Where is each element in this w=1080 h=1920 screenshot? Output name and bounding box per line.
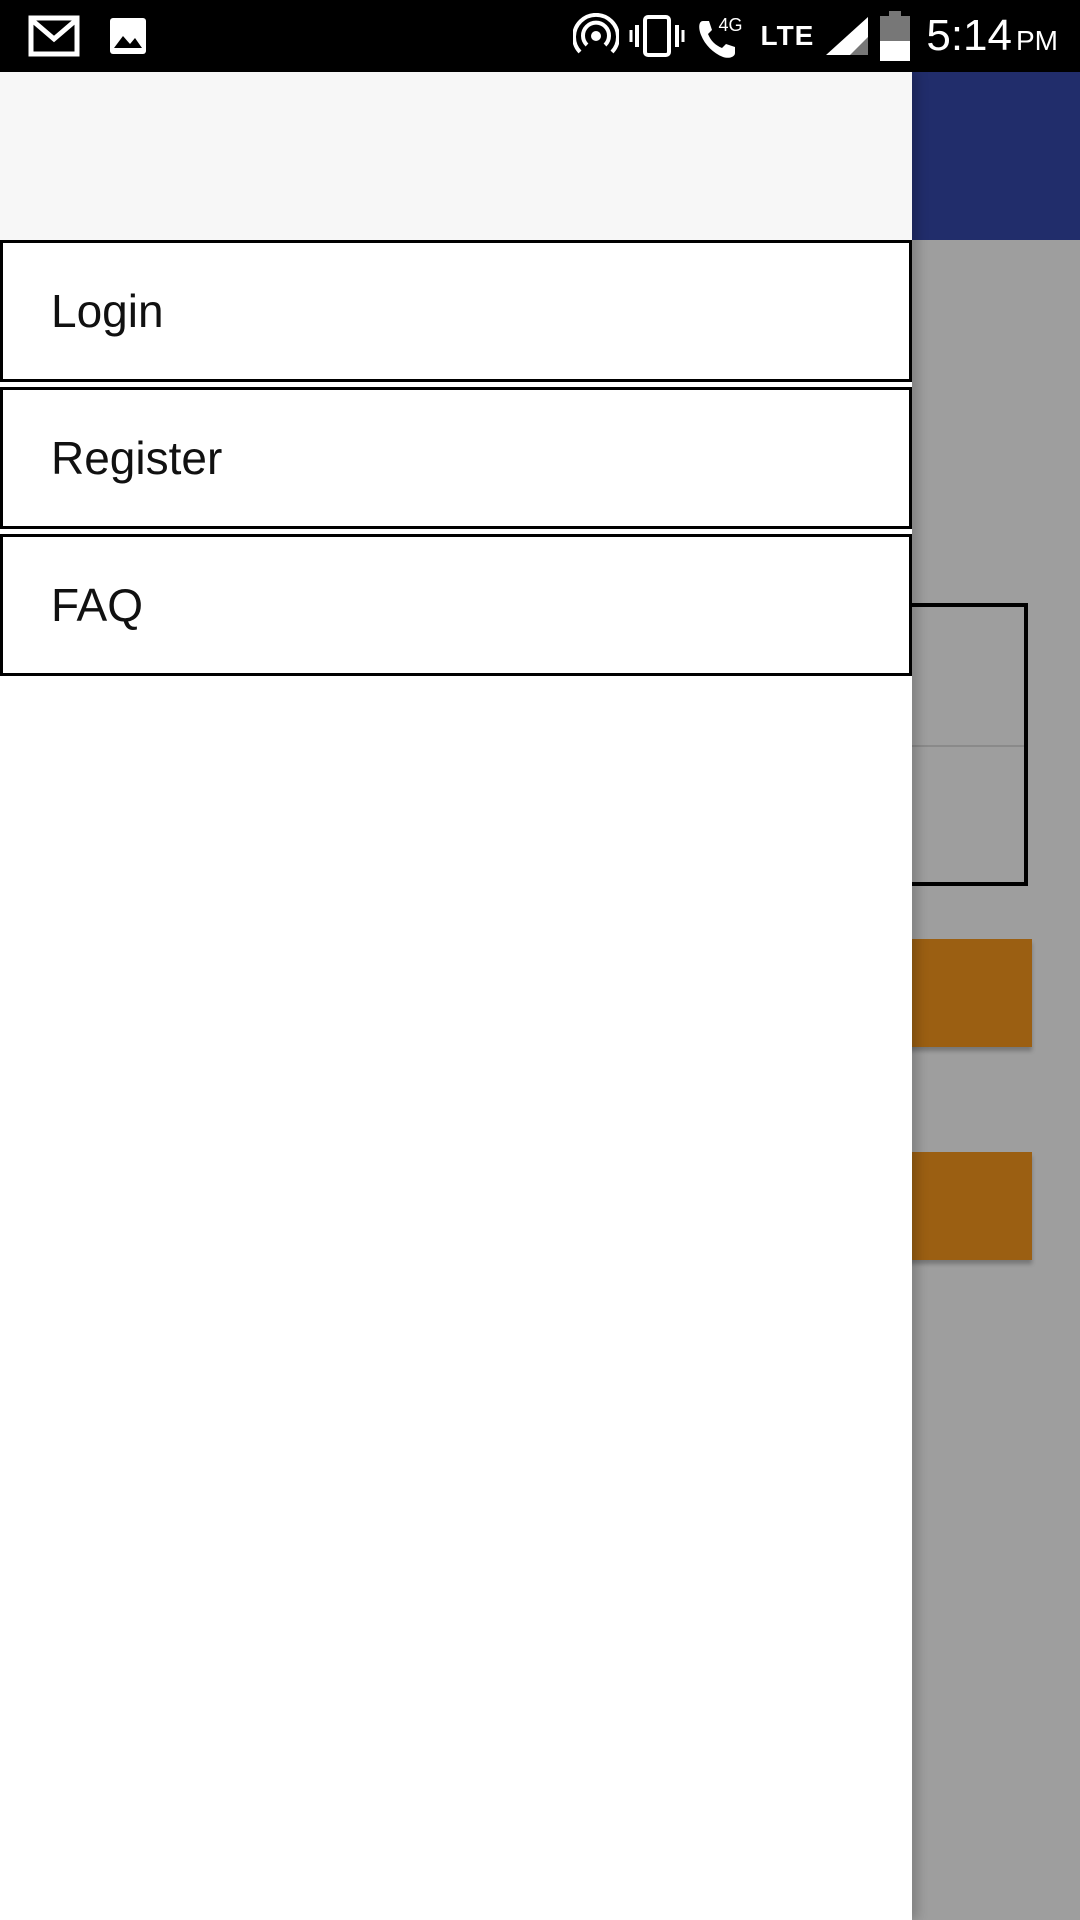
drawer-item-register[interactable]: Register [0,387,912,529]
wifi-call-icon: 4G [695,11,751,61]
vibrate-icon [629,15,685,57]
gallery-icon [110,18,146,54]
drawer-item-faq[interactable]: FAQ [0,534,912,676]
drawer-item-label: FAQ [51,579,144,631]
screen: 4G LTE 5:14 PM Login Register FAQ [0,0,1080,1920]
drawer-header [0,72,912,240]
call-badge: 4G [718,15,743,35]
status-bar-right: 4G LTE 5:14 PM [572,0,1058,72]
hotspot-icon [572,13,619,54]
network-type: LTE [760,20,815,51]
gmail-icon [28,15,80,57]
drawer-item-login[interactable]: Login [0,240,912,382]
battery-icon [880,11,911,61]
navigation-drawer: Login Register FAQ [0,72,912,1920]
clock-ampm: PM [1016,25,1058,56]
clock: 5:14 PM [926,11,1058,61]
signal-icon [826,17,869,55]
status-bar: 4G LTE 5:14 PM [0,0,1080,72]
status-bar-left [28,0,148,72]
clock-time: 5:14 [926,11,1012,60]
drawer-item-label: Register [51,432,223,484]
drawer-item-label: Login [51,285,164,337]
